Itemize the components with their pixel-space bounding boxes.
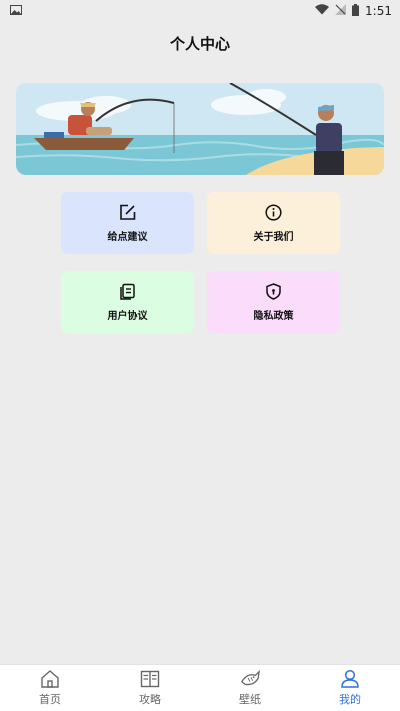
tab-home[interactable]: 首页 xyxy=(0,665,100,711)
book-icon xyxy=(140,669,160,689)
battery-icon xyxy=(352,3,360,19)
agreement-label: 用户协议 xyxy=(107,311,148,322)
privacy-label: 隐私政策 xyxy=(253,311,294,322)
clock-time: 1:51 xyxy=(365,4,392,18)
document-icon xyxy=(119,282,137,300)
tab-guide[interactable]: 攻略 xyxy=(100,665,200,711)
home-icon xyxy=(40,669,60,689)
tab-mine[interactable]: 我的 xyxy=(300,665,400,711)
privacy-card[interactable]: 隐私政策 xyxy=(207,271,340,333)
user-icon xyxy=(340,669,360,689)
bottom-tab-bar: 首页 攻略 壁纸 我的 xyxy=(0,664,400,711)
tab-wallpaper[interactable]: 壁纸 xyxy=(200,665,300,711)
fish-icon xyxy=(240,669,260,689)
feedback-label: 给点建议 xyxy=(107,232,148,243)
wifi-icon xyxy=(315,4,330,18)
tab-guide-label: 攻略 xyxy=(139,693,161,706)
no-signal-icon xyxy=(335,4,347,18)
image-icon xyxy=(10,4,22,18)
shield-icon xyxy=(265,282,283,300)
tab-wallpaper-label: 壁纸 xyxy=(239,693,261,706)
info-icon xyxy=(265,203,283,221)
tab-mine-label: 我的 xyxy=(339,693,361,706)
status-bar: 1:51 xyxy=(0,0,400,22)
edit-icon xyxy=(119,203,137,221)
feedback-card[interactable]: 给点建议 xyxy=(61,192,194,254)
tab-home-label: 首页 xyxy=(39,693,61,706)
banner-image xyxy=(16,83,384,175)
agreement-card[interactable]: 用户协议 xyxy=(61,271,194,333)
page-title: 个人中心 xyxy=(169,35,230,53)
about-card[interactable]: 关于我们 xyxy=(207,192,340,254)
about-label: 关于我们 xyxy=(253,232,294,243)
